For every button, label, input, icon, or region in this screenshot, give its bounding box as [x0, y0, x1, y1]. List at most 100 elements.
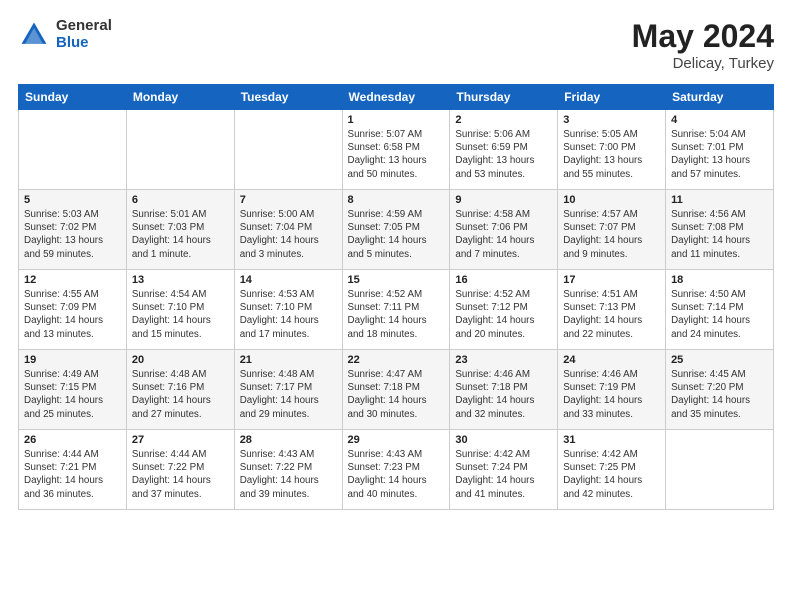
- day-number: 6: [132, 194, 229, 206]
- day-detail: Sunrise: 5:00 AM Sunset: 7:04 PM Dayligh…: [240, 208, 337, 261]
- day-number: 15: [348, 274, 445, 286]
- day-detail: Sunrise: 4:46 AM Sunset: 7:19 PM Dayligh…: [563, 368, 660, 421]
- day-number: 4: [671, 114, 768, 126]
- day-detail: Sunrise: 4:54 AM Sunset: 7:10 PM Dayligh…: [132, 288, 229, 341]
- day-cell: [126, 110, 234, 190]
- day-detail: Sunrise: 4:59 AM Sunset: 7:05 PM Dayligh…: [348, 208, 445, 261]
- day-cell: 16 Sunrise: 4:52 AM Sunset: 7:12 PM Dayli…: [450, 270, 558, 350]
- day-detail: Sunrise: 4:44 AM Sunset: 7:22 PM Dayligh…: [132, 448, 229, 501]
- day-cell: [234, 110, 342, 190]
- day-cell: [666, 430, 774, 510]
- day-cell: 6 Sunrise: 5:01 AM Sunset: 7:03 PM Daylig…: [126, 190, 234, 270]
- day-detail: Sunrise: 4:45 AM Sunset: 7:20 PM Dayligh…: [671, 368, 768, 421]
- day-number: 3: [563, 114, 660, 126]
- day-cell: 17Sunrise: 4:51 AM Sunset: 7:13 PM Dayli…: [558, 270, 666, 350]
- day-number: 28: [240, 434, 337, 446]
- day-cell: 2 Sunrise: 5:06 AM Sunset: 6:59 PM Daylig…: [450, 110, 558, 190]
- logo-text: General Blue: [56, 18, 112, 51]
- day-cell: 25 Sunrise: 4:45 AM Sunset: 7:20 PM Dayli…: [666, 350, 774, 430]
- week-row-5: 26Sunrise: 4:44 AM Sunset: 7:21 PM Dayli…: [19, 430, 774, 510]
- title-block: May 2024 Delicay, Turkey: [632, 18, 774, 72]
- col-header-sunday: Sunday: [19, 85, 127, 110]
- day-number: 25: [671, 354, 768, 366]
- title-location: Delicay, Turkey: [632, 55, 774, 72]
- day-detail: Sunrise: 4:53 AM Sunset: 7:10 PM Dayligh…: [240, 288, 337, 341]
- day-detail: Sunrise: 4:50 AM Sunset: 7:14 PM Dayligh…: [671, 288, 768, 341]
- day-detail: Sunrise: 4:44 AM Sunset: 7:21 PM Dayligh…: [24, 448, 121, 501]
- day-detail: Sunrise: 4:52 AM Sunset: 7:12 PM Dayligh…: [455, 288, 552, 341]
- col-header-wednesday: Wednesday: [342, 85, 450, 110]
- day-number: 5: [24, 194, 121, 206]
- day-cell: 15 Sunrise: 4:52 AM Sunset: 7:11 PM Dayli…: [342, 270, 450, 350]
- day-cell: 28 Sunrise: 4:43 AM Sunset: 7:22 PM Dayli…: [234, 430, 342, 510]
- week-row-3: 12 Sunrise: 4:55 AM Sunset: 7:09 PM Dayli…: [19, 270, 774, 350]
- col-header-saturday: Saturday: [666, 85, 774, 110]
- day-cell: 20 Sunrise: 4:48 AM Sunset: 7:16 PM Dayli…: [126, 350, 234, 430]
- day-number: 12: [24, 274, 121, 286]
- day-detail: Sunrise: 4:58 AM Sunset: 7:06 PM Dayligh…: [455, 208, 552, 261]
- day-cell: 14 Sunrise: 4:53 AM Sunset: 7:10 PM Dayli…: [234, 270, 342, 350]
- day-cell: 3 Sunrise: 5:05 AM Sunset: 7:00 PM Daylig…: [558, 110, 666, 190]
- day-detail: Sunrise: 5:05 AM Sunset: 7:00 PM Dayligh…: [563, 128, 660, 181]
- day-number: 2: [455, 114, 552, 126]
- day-detail: Sunrise: 5:01 AM Sunset: 7:03 PM Dayligh…: [132, 208, 229, 261]
- day-number: 24: [563, 354, 660, 366]
- week-row-4: 19 Sunrise: 4:49 AM Sunset: 7:15 PM Dayli…: [19, 350, 774, 430]
- day-cell: 18Sunrise: 4:50 AM Sunset: 7:14 PM Dayli…: [666, 270, 774, 350]
- day-detail: Sunrise: 4:49 AM Sunset: 7:15 PM Dayligh…: [24, 368, 121, 421]
- day-cell: 10Sunrise: 4:57 AM Sunset: 7:07 PM Dayli…: [558, 190, 666, 270]
- day-detail: Sunrise: 5:07 AM Sunset: 6:58 PM Dayligh…: [348, 128, 445, 181]
- col-header-friday: Friday: [558, 85, 666, 110]
- day-number: 1: [348, 114, 445, 126]
- day-number: 14: [240, 274, 337, 286]
- day-cell: 4Sunrise: 5:04 AM Sunset: 7:01 PM Daylig…: [666, 110, 774, 190]
- day-cell: 13 Sunrise: 4:54 AM Sunset: 7:10 PM Dayli…: [126, 270, 234, 350]
- day-number: 17: [563, 274, 660, 286]
- day-detail: Sunrise: 4:55 AM Sunset: 7:09 PM Dayligh…: [24, 288, 121, 341]
- header-row: SundayMondayTuesdayWednesdayThursdayFrid…: [19, 85, 774, 110]
- day-cell: 21 Sunrise: 4:48 AM Sunset: 7:17 PM Dayli…: [234, 350, 342, 430]
- day-cell: 22Sunrise: 4:47 AM Sunset: 7:18 PM Dayli…: [342, 350, 450, 430]
- day-cell: 27 Sunrise: 4:44 AM Sunset: 7:22 PM Dayli…: [126, 430, 234, 510]
- day-detail: Sunrise: 4:47 AM Sunset: 7:18 PM Dayligh…: [348, 368, 445, 421]
- day-number: 7: [240, 194, 337, 206]
- day-cell: 1 Sunrise: 5:07 AM Sunset: 6:58 PM Daylig…: [342, 110, 450, 190]
- logo-icon: [18, 19, 50, 51]
- day-number: 16: [455, 274, 552, 286]
- page: General Blue May 2024 Delicay, Turkey Su…: [0, 0, 792, 612]
- logo-general-text: General: [56, 18, 112, 35]
- day-detail: Sunrise: 4:42 AM Sunset: 7:24 PM Dayligh…: [455, 448, 552, 501]
- col-header-thursday: Thursday: [450, 85, 558, 110]
- day-detail: Sunrise: 4:57 AM Sunset: 7:07 PM Dayligh…: [563, 208, 660, 261]
- week-row-2: 5Sunrise: 5:03 AM Sunset: 7:02 PM Daylig…: [19, 190, 774, 270]
- col-header-tuesday: Tuesday: [234, 85, 342, 110]
- day-cell: 30Sunrise: 4:42 AM Sunset: 7:24 PM Dayli…: [450, 430, 558, 510]
- day-number: 29: [348, 434, 445, 446]
- day-number: 23: [455, 354, 552, 366]
- day-cell: 8Sunrise: 4:59 AM Sunset: 7:05 PM Daylig…: [342, 190, 450, 270]
- day-number: 21: [240, 354, 337, 366]
- day-number: 20: [132, 354, 229, 366]
- day-cell: 26Sunrise: 4:44 AM Sunset: 7:21 PM Dayli…: [19, 430, 127, 510]
- logo: General Blue: [18, 18, 112, 51]
- day-cell: 11 Sunrise: 4:56 AM Sunset: 7:08 PM Dayli…: [666, 190, 774, 270]
- title-month: May 2024: [632, 18, 774, 55]
- week-row-1: 1 Sunrise: 5:07 AM Sunset: 6:58 PM Daylig…: [19, 110, 774, 190]
- day-detail: Sunrise: 5:06 AM Sunset: 6:59 PM Dayligh…: [455, 128, 552, 181]
- day-number: 19: [24, 354, 121, 366]
- day-number: 11: [671, 194, 768, 206]
- day-detail: Sunrise: 4:48 AM Sunset: 7:16 PM Dayligh…: [132, 368, 229, 421]
- day-detail: Sunrise: 4:48 AM Sunset: 7:17 PM Dayligh…: [240, 368, 337, 421]
- day-cell: 31Sunrise: 4:42 AM Sunset: 7:25 PM Dayli…: [558, 430, 666, 510]
- day-cell: 12 Sunrise: 4:55 AM Sunset: 7:09 PM Dayli…: [19, 270, 127, 350]
- day-number: 13: [132, 274, 229, 286]
- day-number: 27: [132, 434, 229, 446]
- day-detail: Sunrise: 4:42 AM Sunset: 7:25 PM Dayligh…: [563, 448, 660, 501]
- day-detail: Sunrise: 4:52 AM Sunset: 7:11 PM Dayligh…: [348, 288, 445, 341]
- day-cell: 9Sunrise: 4:58 AM Sunset: 7:06 PM Daylig…: [450, 190, 558, 270]
- logo-blue-text: Blue: [56, 35, 112, 52]
- col-header-monday: Monday: [126, 85, 234, 110]
- day-detail: Sunrise: 4:43 AM Sunset: 7:22 PM Dayligh…: [240, 448, 337, 501]
- day-detail: Sunrise: 4:56 AM Sunset: 7:08 PM Dayligh…: [671, 208, 768, 261]
- calendar-table: SundayMondayTuesdayWednesdayThursdayFrid…: [18, 84, 774, 510]
